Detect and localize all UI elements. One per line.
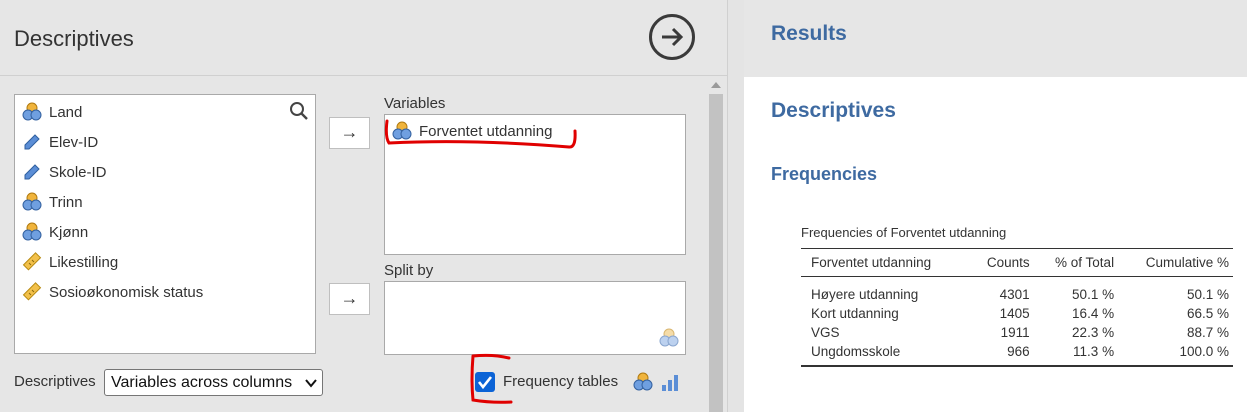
table-cell: Høyere utdanning: [811, 287, 919, 302]
variables-box[interactable]: Forventet utdanning: [384, 114, 686, 255]
selected-variable-item[interactable]: Forventet utdanning: [392, 120, 552, 142]
options-scrollbar[interactable]: [706, 76, 727, 412]
frequency-table: Forventet utdanning Counts % of Total Cu…: [801, 248, 1233, 367]
table-cell: VGS: [811, 325, 840, 340]
table-cell: 16.4 %: [1072, 306, 1115, 321]
analysis-header: Descriptives: [0, 0, 727, 76]
table-cell: 100.0 %: [1118, 342, 1233, 367]
variable-item-likestilling[interactable]: Likestilling: [22, 251, 118, 273]
variable-label: Elev-ID: [49, 133, 99, 151]
column-header: % of Total: [1033, 248, 1119, 277]
frequency-table-title: Frequencies of Forventet utdanning: [801, 225, 1007, 240]
continuous-icon: [22, 252, 42, 272]
variable-label: Forventet utdanning: [419, 122, 553, 140]
nominal-icon: [633, 372, 653, 391]
column-header: Counts: [969, 248, 1034, 277]
table-cell: Ungdomsskole: [801, 342, 970, 367]
variable-label: Skole-ID: [49, 163, 107, 181]
select-value: Variables across columns: [111, 374, 293, 391]
variable-item-kjonn[interactable]: Kjønn: [22, 221, 88, 243]
variable-item-skole-id[interactable]: Skole-ID: [22, 161, 107, 183]
table-cell: 22.3 %: [1072, 325, 1115, 340]
continuous-icon: [22, 282, 42, 302]
split-by-box[interactable]: [384, 281, 686, 355]
table-cell: 11.3 %: [1033, 342, 1119, 367]
checkmark-icon: [477, 376, 493, 390]
results-analysis-heading: Descriptives: [771, 99, 896, 122]
descriptives-layout-label: Descriptives: [14, 373, 96, 390]
split-by-label: Split by: [384, 262, 434, 279]
arrow-right-circle-icon: [662, 27, 684, 47]
nominal-icon: [22, 222, 42, 242]
table-cell: 966: [969, 342, 1034, 367]
frequency-tables-checkbox[interactable]: [475, 372, 495, 392]
variable-label: Kjønn: [49, 223, 89, 241]
table-row: Kort utdanning 1405 16.4 % 66.5 %: [801, 304, 1233, 323]
nominal-icon: [22, 102, 42, 122]
scroll-up-icon[interactable]: [711, 82, 721, 88]
table-cell: 50.1 %: [1186, 287, 1229, 302]
move-to-split-by-button[interactable]: →: [329, 283, 370, 315]
table-cell: 1911: [1000, 325, 1030, 340]
run-analysis-button[interactable]: [649, 14, 695, 60]
table-cell: 66.5 %: [1186, 306, 1229, 321]
table-cell: 1405: [999, 306, 1030, 321]
variable-label: Sosioøkonomisk status: [49, 283, 204, 301]
table-header-row: Forventet utdanning Counts % of Total Cu…: [801, 248, 1233, 277]
frequency-tables-label: Frequency tables: [503, 373, 619, 390]
scrollbar-thumb[interactable]: [709, 94, 723, 412]
nominal-icon: [392, 121, 412, 141]
variable-label: Trinn: [49, 193, 83, 211]
search-icon[interactable]: [289, 101, 309, 121]
table-row: VGS 1911 22.3 % 88.7 %: [801, 323, 1233, 342]
id-icon: [22, 132, 42, 152]
variable-label: Land: [49, 103, 83, 121]
results-header: Results: [744, 0, 1247, 77]
column-header: Forventet utdanning: [801, 248, 970, 277]
variable-item-elev-id[interactable]: Elev-ID: [22, 131, 98, 153]
variable-item-sosiookonomisk-status[interactable]: Sosioøkonomisk status: [22, 281, 203, 303]
id-icon: [22, 162, 42, 182]
table-cell: 50.1 %: [1072, 287, 1115, 302]
available-variables-list[interactable]: Land Elev-ID Skole-ID Trinn Kjønn Likest…: [14, 94, 316, 354]
ordinal-icon: [662, 375, 678, 391]
table-cell: Kort utdanning: [811, 306, 899, 321]
table-cell: 4301: [999, 287, 1030, 302]
variable-label: Likestilling: [49, 253, 119, 271]
panel-splitter[interactable]: [727, 0, 744, 412]
table-cell: 88.7 %: [1186, 325, 1229, 340]
results-title: Results: [771, 22, 847, 45]
results-panel: Results Descriptives Frequencies Frequen…: [744, 0, 1247, 412]
variable-item-land[interactable]: Land: [22, 101, 82, 123]
nominal-icon: [22, 192, 42, 212]
descriptives-layout-select[interactable]: Variables across columns: [104, 369, 323, 396]
column-header: Cumulative %: [1118, 248, 1233, 277]
variables-label: Variables: [384, 95, 446, 112]
results-table-heading: Frequencies: [771, 164, 878, 184]
table-row: Ungdomsskole 966 11.3 % 100.0 %: [801, 342, 1233, 367]
move-to-variables-button[interactable]: →: [329, 117, 370, 149]
variable-item-trinn[interactable]: Trinn: [22, 191, 83, 213]
analysis-title: Descriptives: [14, 26, 134, 51]
nominal-icon: [659, 328, 679, 347]
table-row: Høyere utdanning 4301 50.1 % 50.1 %: [801, 277, 1233, 305]
chevron-down-icon: [305, 379, 317, 388]
